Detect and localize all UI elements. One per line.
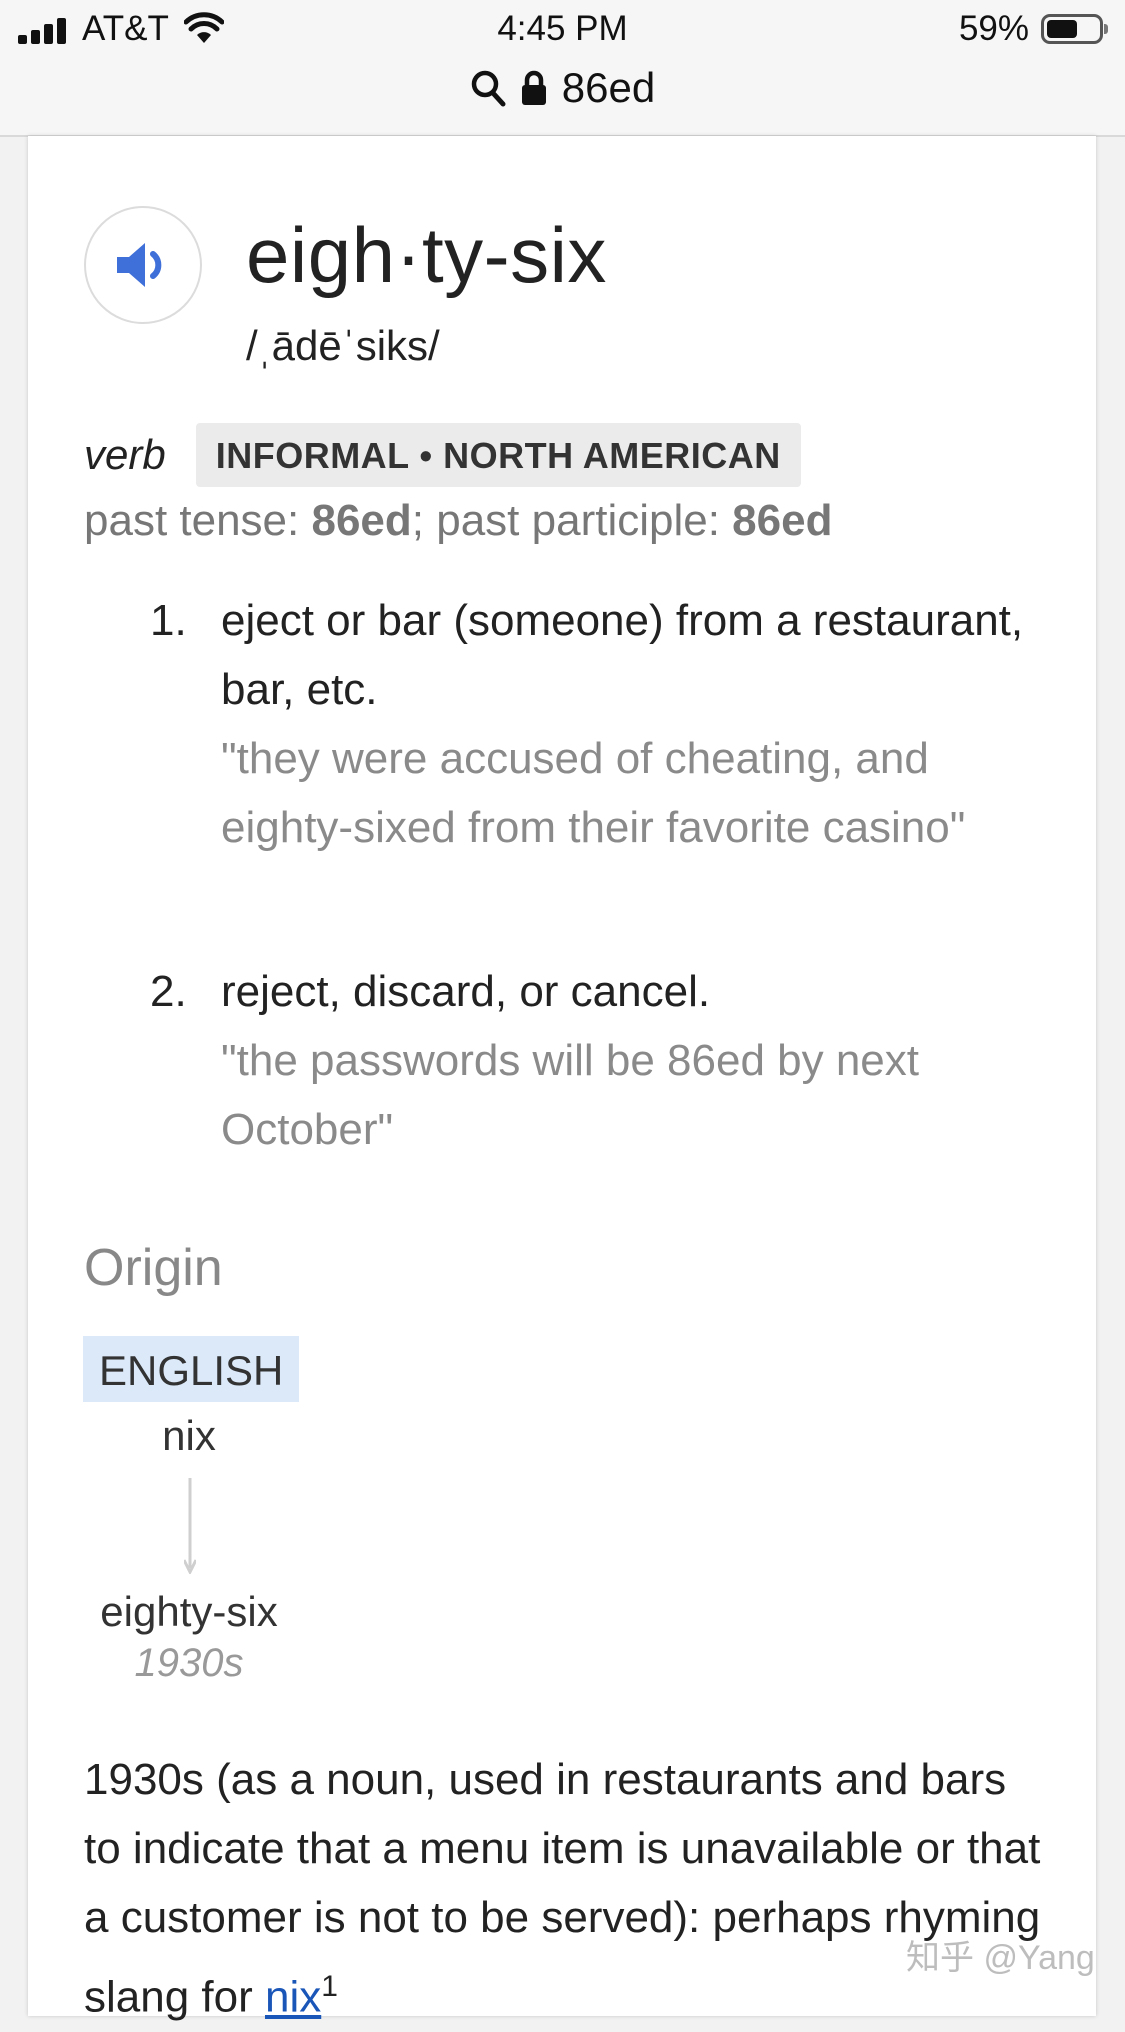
past-tense-label: past tense: (84, 496, 312, 545)
sense-definition: reject, discard, or cancel. (221, 967, 711, 1016)
watermark: 知乎 @Yang (906, 1939, 1095, 1977)
sense-example: "the passwords will be 86ed by next Octo… (221, 1036, 920, 1154)
sense-example: "they were accused of cheating, and eigh… (221, 734, 966, 852)
sense-definition: eject or bar (someone) from a restaurant… (221, 596, 1024, 714)
clock: 4:45 PM (497, 9, 628, 48)
sense-2: 2. reject, discard, or cancel. "the pass… (150, 957, 1030, 1164)
address-bar[interactable]: 86ed (0, 62, 1125, 114)
origin-date: 1930s (134, 1641, 244, 1685)
origin-source-word: nix (162, 1412, 216, 1459)
battery-icon (1041, 14, 1108, 44)
down-arrow-icon (184, 1478, 196, 1574)
lock-icon (521, 70, 546, 105)
part-of-speech: verb (84, 431, 166, 478)
sense-1: 1. eject or bar (someone) from a restaur… (150, 586, 1030, 862)
origin-heading: Origin (84, 1239, 223, 1297)
superscript: 1 (321, 1970, 338, 2003)
origin-language-label: ENGLISH (83, 1336, 300, 1402)
origin-text: 1930s (as a noun, used in restaurants an… (84, 1755, 1041, 2022)
speaker-icon (117, 243, 162, 287)
pronunciation: /ˌādēˈsiks/ (246, 322, 440, 369)
url-text[interactable]: 86ed (562, 64, 655, 112)
part-of-speech-row: verb INFORMAL • NORTH AMERICAN (84, 423, 801, 487)
origin-description: 1930s (as a noun, used in restaurants an… (84, 1745, 1044, 2032)
pronunciation-audio-button[interactable] (84, 206, 202, 324)
status-bar: AT&T 4:45 PM 59% (0, 0, 1125, 58)
battery-level (1047, 20, 1077, 38)
headword: eigh·ty-six (246, 211, 607, 299)
battery-percent: 59% (958, 9, 1029, 48)
sense-number: 1. (150, 596, 187, 645)
sense-number: 2. (150, 967, 187, 1016)
inflections: past tense: 86ed; past participle: 86ed (84, 496, 832, 546)
link-nix[interactable]: nix (265, 1973, 321, 2022)
past-tense-value: 86ed (311, 496, 412, 545)
search-icon[interactable] (470, 69, 506, 107)
past-participle-value: 86ed (732, 496, 833, 545)
browser-top-bar: AT&T 4:45 PM 59% 86ed (0, 0, 1125, 137)
past-participle-label: ; past participle: (411, 496, 733, 545)
register-label: INFORMAL • NORTH AMERICAN (195, 423, 801, 487)
origin-target-word: eighty-six (100, 1588, 278, 1635)
